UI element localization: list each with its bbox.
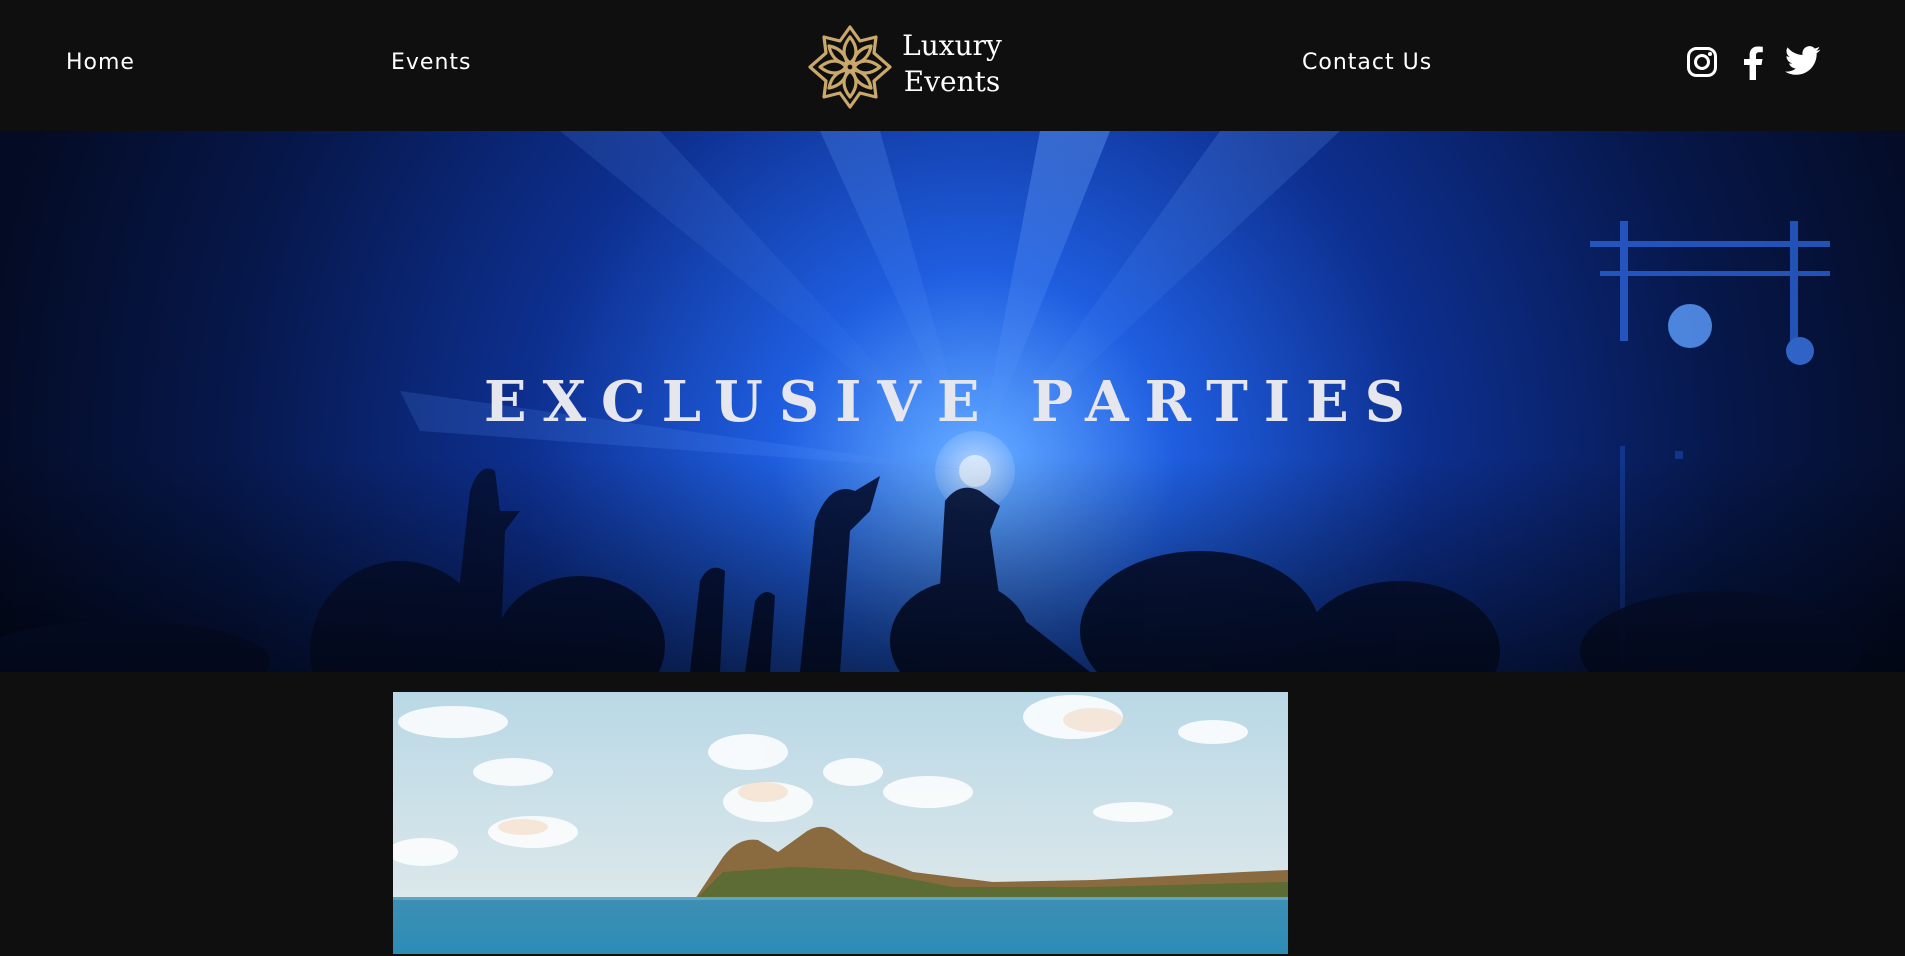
twitter-icon [1785, 46, 1821, 75]
logo-line-2: Events [903, 65, 1001, 98]
logo-wordmark: Luxury Events [902, 28, 1002, 100]
instagram-icon [1687, 47, 1717, 77]
nav-contact-link[interactable]: Contact Us [1302, 50, 1432, 75]
site-logo[interactable]: Luxury Events [806, 20, 1006, 112]
island-photo [393, 692, 1288, 954]
lotus-mandala-icon [808, 25, 892, 109]
facebook-link[interactable] [1739, 46, 1765, 82]
instagram-link[interactable] [1686, 46, 1718, 82]
twitter-link[interactable] [1785, 46, 1821, 82]
nav-home-link[interactable]: Home [66, 50, 135, 75]
site-header: Home Events Luxury Events Contact Us [0, 0, 1905, 131]
island-image [393, 692, 1288, 954]
logo-line-1: Luxury [902, 29, 1002, 62]
nav-events-link[interactable]: Events [391, 50, 472, 75]
hero-title: EXCLUSIVE PARTIES [483, 369, 1422, 435]
hero-banner: EXCLUSIVE PARTIES [0, 131, 1905, 672]
facebook-icon [1744, 46, 1763, 80]
